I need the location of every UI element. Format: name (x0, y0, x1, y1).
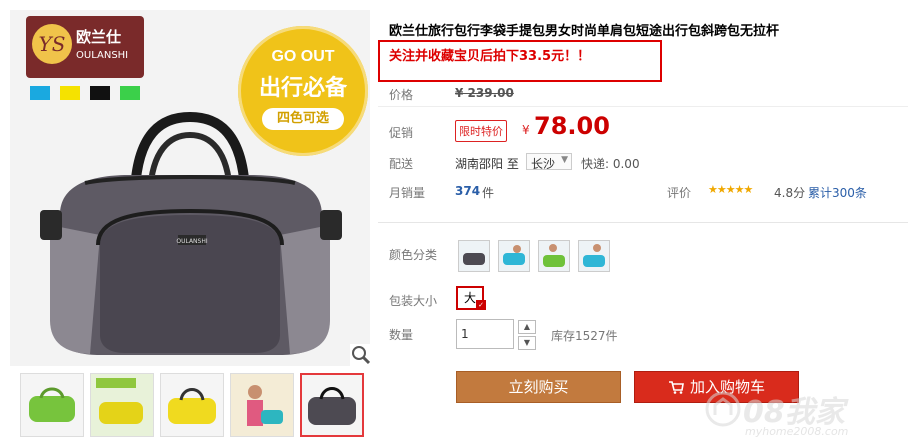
shipping-label: 配送 (389, 157, 414, 171)
duffel-bag-image: OULANSHI (40, 111, 342, 355)
divider (378, 106, 908, 107)
monthly-sales-unit: 件 (482, 186, 495, 200)
bag-logo-text: OULANSHI (176, 238, 208, 245)
promo-text: 关注并收藏宝贝后拍下33.5元！！ (389, 49, 591, 64)
monthly-sales-label: 月销量 (389, 186, 426, 200)
stock-count: 库存1527件 (551, 329, 618, 343)
size-option-label: 包装大小 (389, 294, 438, 308)
color-swatch-green (120, 86, 140, 100)
thumbnail-yellow-bag[interactable] (160, 373, 224, 437)
checkmark-icon: ✓ (476, 300, 486, 310)
color-option-black[interactable] (458, 240, 490, 272)
thumbnail-green-bag[interactable] (20, 373, 84, 437)
main-product-image[interactable]: YS 欧兰仕 OULANSHI GO OUT 出行必备 四色可选 OULANSH… (10, 10, 370, 366)
brand-logo-mark: YS (32, 24, 72, 64)
quantity-increase-button[interactable]: ▲ (518, 320, 536, 334)
brand-name-en: OULANSHI (76, 50, 129, 61)
thumbnail-model[interactable] (230, 373, 294, 437)
quantity-decrease-button[interactable]: ▼ (518, 336, 536, 350)
color-swatch-blue (30, 86, 50, 100)
color-swatch-yellow (60, 86, 80, 100)
zoom-icon[interactable] (350, 344, 370, 366)
review-count-link[interactable]: 累计300条 (808, 184, 867, 201)
badge-line-1: GO OUT (271, 48, 335, 65)
quantity-label: 数量 (389, 328, 414, 342)
buy-now-label: 立刻购买 (508, 378, 569, 396)
destination-value: 长沙 (531, 157, 556, 171)
destination-select[interactable]: 长沙 ▼ (526, 153, 572, 171)
site-watermark: 08我家 myhome2008.com (705, 387, 905, 443)
brand-logo: YS 欧兰仕 OULANSHI (26, 16, 144, 78)
original-price: ¥ 239.00 (455, 86, 514, 100)
badge-line-2: 出行必备 (258, 76, 347, 101)
color-option-blue[interactable] (498, 240, 530, 272)
promotion-price: 78.00 (534, 112, 610, 140)
shopping-cart-icon (668, 372, 684, 402)
quantity-input[interactable] (456, 319, 514, 349)
shipping-fee: 快递: 0.00 (581, 157, 640, 171)
product-title: 欧兰仕旅行包行李袋手提包男女时尚单肩包短途出行包斜跨包无拉杆 (389, 24, 780, 39)
buy-now-button[interactable]: 立刻购买 (456, 371, 621, 403)
color-swatch-black (90, 86, 110, 100)
rating-label: 评价 (667, 186, 692, 200)
thumbnail-black-bag-selected[interactable] (300, 373, 364, 437)
monthly-sales-count: 374 (455, 184, 481, 198)
price-label: 价格 (389, 88, 414, 102)
promotion-label: 促销 (389, 126, 414, 140)
limited-offer-tag: 限时特价 (455, 120, 507, 142)
watermark-url: myhome2008.com (745, 425, 849, 438)
color-option-label: 颜色分类 (389, 248, 438, 262)
chevron-down-icon: ▼ (561, 155, 568, 165)
thumbnail-yellow-poster[interactable] (90, 373, 154, 437)
shipping-from: 湖南邵阳 至 (455, 157, 519, 171)
section-divider (378, 222, 908, 223)
brand-name-cn: 欧兰仕 (76, 28, 122, 46)
currency-sign: ¥ (522, 123, 530, 137)
rating-stars-icon: ★★★★★ (708, 183, 753, 196)
rating-score: 4.8分 (774, 186, 806, 200)
color-option-green[interactable] (538, 240, 570, 272)
color-option-yellow[interactable] (578, 240, 610, 272)
